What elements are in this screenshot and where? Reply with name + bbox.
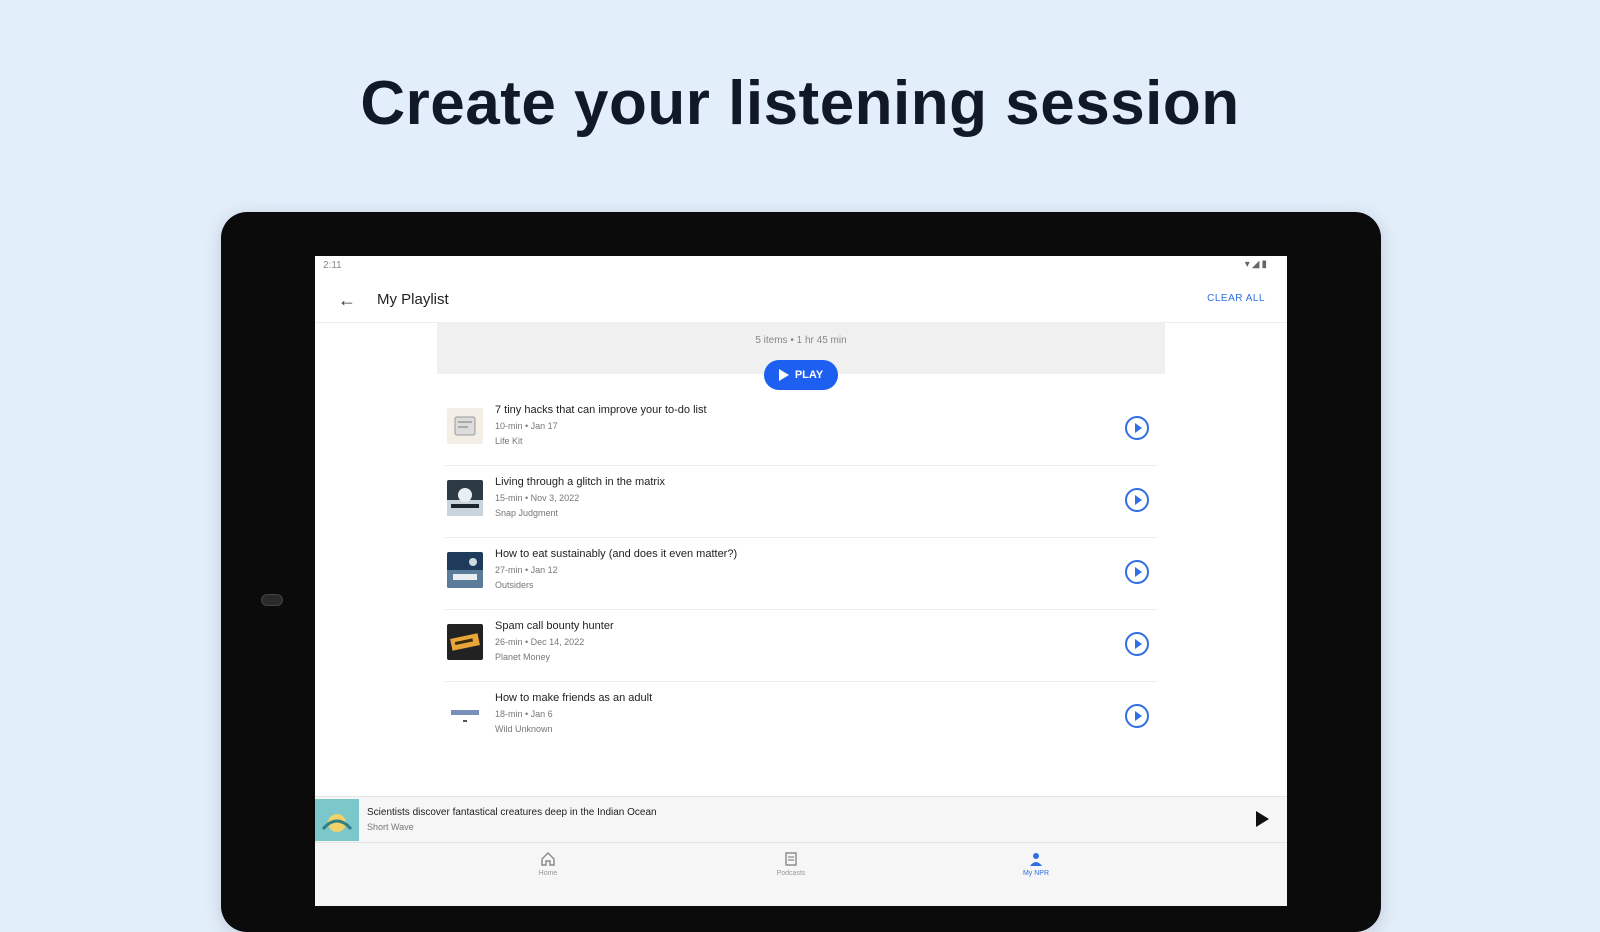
play-all-button[interactable]: PLAY <box>764 360 838 390</box>
play-circle-icon[interactable] <box>1125 560 1149 584</box>
status-icons: ▾◢▮ <box>1244 259 1269 270</box>
mini-play-icon[interactable] <box>1256 811 1269 827</box>
list-item[interactable]: 7 tiny hacks that can improve your to-do… <box>445 394 1157 466</box>
page-headline: Create your listening session <box>360 69 1240 138</box>
clear-all-button[interactable]: CLEAR ALL <box>1207 293 1265 304</box>
camera-dot <box>261 594 283 606</box>
play-circle-icon[interactable] <box>1125 704 1149 728</box>
list-item[interactable]: Living through a glitch in the matrix 15… <box>445 466 1157 538</box>
status-time: 2:11 <box>323 260 342 271</box>
nav-home[interactable]: Home <box>488 851 608 877</box>
app-bar: ← My Playlist CLEAR ALL <box>315 278 1287 323</box>
home-icon <box>541 852 555 866</box>
episode-meta: 27-min • Jan 12 <box>495 565 558 575</box>
play-circle-icon[interactable] <box>1125 632 1149 656</box>
episode-artwork <box>447 480 483 516</box>
nav-label: My NPR <box>1022 870 1050 877</box>
episode-artwork <box>447 552 483 588</box>
episode-title: 7 tiny hacks that can improve your to-do… <box>495 404 707 416</box>
play-all-label: PLAY <box>794 369 824 381</box>
list-item[interactable]: How to eat sustainably (and does it even… <box>445 538 1157 610</box>
back-arrow-icon[interactable]: ← <box>335 288 359 312</box>
episode-title: How to eat sustainably (and does it even… <box>495 548 738 560</box>
play-circle-icon[interactable] <box>1125 488 1149 512</box>
nav-my-npr[interactable]: My NPR <box>976 851 1096 877</box>
episode-meta: 15-min • Nov 3, 2022 <box>495 493 580 503</box>
episode-list: 7 tiny hacks that can improve your to-do… <box>445 394 1157 753</box>
podcasts-icon <box>785 852 797 866</box>
episode-show: Snap Judgment <box>495 508 559 518</box>
mini-player-title: Scientists discover fantastical creature… <box>367 807 657 818</box>
play-circle-icon[interactable] <box>1125 416 1149 440</box>
episode-artwork <box>447 408 483 444</box>
episode-meta: 18-min • Jan 6 <box>495 709 553 719</box>
mini-player-show: Short Wave <box>367 822 414 832</box>
list-item[interactable]: Spam call bounty hunter 26-min • Dec 14,… <box>445 610 1157 682</box>
page-title: My Playlist <box>377 291 449 308</box>
list-item[interactable]: How to make friends as an adult 18-min •… <box>445 682 1157 753</box>
mini-player[interactable]: Scientists discover fantastical creature… <box>315 796 1287 843</box>
episode-meta: 26-min • Dec 14, 2022 <box>495 637 585 647</box>
nav-label: Home <box>538 870 558 877</box>
status-bar: 2:11 ▾◢▮ <box>315 256 1287 278</box>
episode-title: How to make friends as an adult <box>495 692 653 704</box>
episode-show: Planet Money <box>495 652 551 662</box>
episode-show: Wild Unknown <box>495 724 553 734</box>
playlist-summary-text: 5 items • 1 hr 45 min <box>755 335 847 346</box>
nav-label: Podcasts <box>776 870 806 877</box>
episode-meta: 10-min • Jan 17 <box>495 421 558 431</box>
episode-title: Spam call bounty hunter <box>495 620 614 632</box>
episode-title: Living through a glitch in the matrix <box>495 476 665 488</box>
episode-artwork <box>447 624 483 660</box>
bottom-navigation: Home Podcasts My NPR <box>315 842 1287 906</box>
episode-show: Outsiders <box>495 580 534 590</box>
mini-player-artwork <box>315 799 359 841</box>
play-icon <box>778 369 789 381</box>
app-screen: 2:11 ▾◢▮ ← My Playlist CLEAR ALL 5 items… <box>315 256 1287 906</box>
episode-show: Life Kit <box>495 436 523 446</box>
tablet-frame: 2:11 ▾◢▮ ← My Playlist CLEAR ALL 5 items… <box>221 212 1381 932</box>
person-icon <box>1030 853 1042 866</box>
episode-artwork <box>447 696 483 732</box>
nav-podcasts[interactable]: Podcasts <box>731 851 851 877</box>
